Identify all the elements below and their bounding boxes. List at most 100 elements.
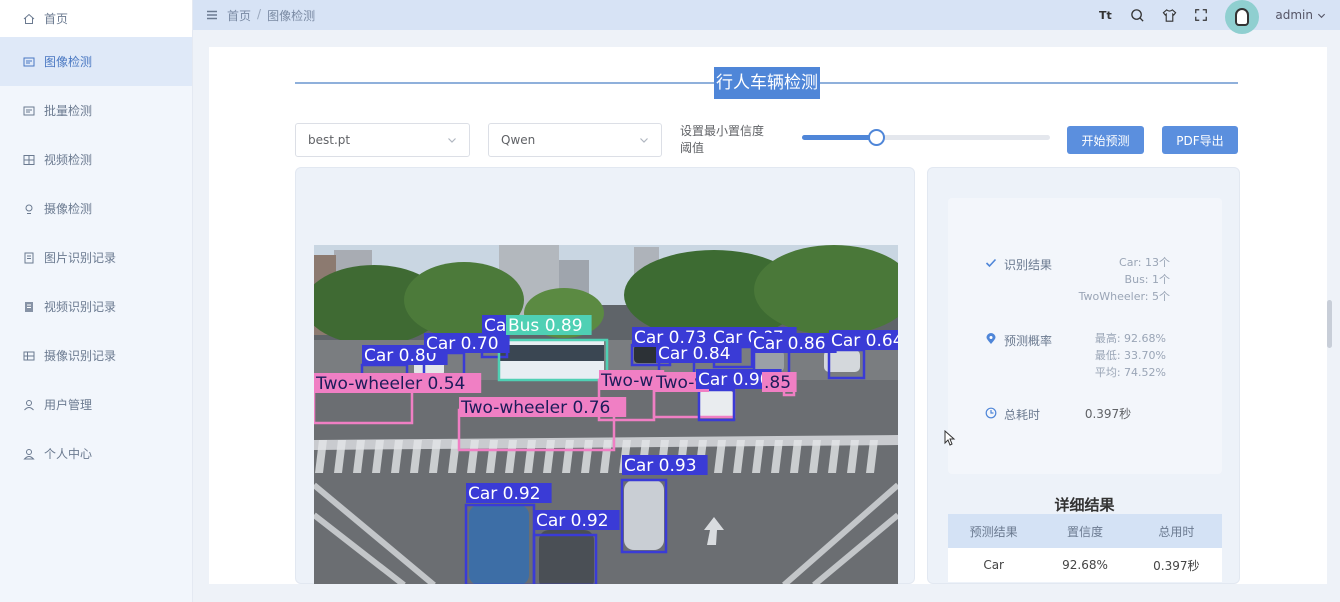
start-predict-button[interactable]: 开始预测 — [1067, 126, 1144, 154]
street-scene: Car 0.80Car 0.70CarBus 0.89Car 0.73Car 0… — [314, 245, 898, 585]
count-twowheeler: TwoWheeler: 5个 — [1078, 290, 1170, 303]
detection-label: Car 0.92 — [536, 511, 609, 531]
batch-icon — [22, 104, 36, 118]
table-cell: 92.68% — [1062, 558, 1108, 572]
prob-max: 最高: 92.68% — [1094, 332, 1166, 345]
sidebar-item-video-detection[interactable]: 视频检测 — [0, 135, 192, 184]
breadcrumb-home[interactable]: 首页 — [227, 7, 251, 24]
bottom-strip — [193, 584, 1340, 602]
sidebar-item-label: 图像检测 — [44, 55, 93, 69]
breadcrumb-separator: / — [257, 6, 262, 21]
detection-label: Car 0.86 — [753, 334, 826, 354]
detail-title: 详细结果 — [1054, 496, 1115, 514]
video-record-icon — [22, 300, 36, 314]
probability-values: 最高: 92.68% 最低: 33.70% 平均: 74.52% — [1048, 330, 1166, 381]
detection-label: Car 0.90 — [698, 370, 771, 390]
chevron-down-icon — [640, 138, 648, 143]
model-select[interactable]: best.pt — [295, 123, 470, 157]
theme-shirt-icon[interactable] — [1161, 7, 1177, 23]
result-card: 识别结果 Car: 13个 Bus: 1个 TwoWheeler: 5个 预测概… — [927, 167, 1240, 584]
table-header: 预测结果 置信度 总用时 — [948, 514, 1222, 548]
detection-label: Two-wheeler 0.76 — [460, 398, 610, 418]
sidebar: 首页 图像检测 批量检测 视频检测 摄像检测 图片识别记录 视频识别记录 摄像识… — [0, 0, 193, 602]
sidebar-item-video-records[interactable]: 视频识别记录 — [0, 282, 192, 331]
pdf-export-button[interactable]: PDF导出 — [1162, 126, 1238, 154]
sidebar-item-image-records[interactable]: 图片识别记录 — [0, 233, 192, 282]
chevron-down-icon — [448, 138, 456, 143]
sidebar-item-label: 摄像检测 — [44, 202, 93, 216]
threshold-label: 设置最小置信度阈值 — [680, 124, 765, 155]
table-row[interactable]: Car 92.68% 0.397秒 — [948, 548, 1222, 582]
detection-label: Car 0.70 — [426, 334, 499, 354]
sidebar-item-user-management[interactable]: 用户管理 — [0, 380, 192, 429]
time-label: 总耗时 — [1004, 408, 1041, 422]
main-panel: 行人车辆检测 best.pt Qwen 设置最小置信度阈值 开始预测 PDF导出 — [209, 47, 1327, 585]
detection-label: Car 0.92 — [468, 484, 541, 504]
time-row: 总耗时 — [984, 406, 1040, 423]
detection-label: Two-wheeler 0.54 — [315, 374, 465, 394]
confidence-slider[interactable] — [802, 129, 1050, 146]
detection-label: Car 0.64 — [831, 331, 898, 351]
slider-handle[interactable] — [868, 129, 886, 146]
record-icon — [22, 251, 36, 265]
username: admin — [1275, 8, 1313, 22]
sidebar-item-label: 个人中心 — [44, 447, 93, 461]
sidebar-item-personal-center[interactable]: 个人中心 — [0, 429, 192, 478]
home-icon — [22, 12, 36, 26]
llm-select[interactable]: Qwen — [488, 123, 662, 157]
sidebar-item-label: 视频检测 — [44, 153, 93, 167]
model-select-value: best.pt — [308, 133, 351, 147]
page-title: 行人车辆检测 — [714, 67, 820, 99]
person-icon — [22, 447, 36, 461]
camera-icon — [22, 202, 36, 216]
mouse-cursor-icon — [944, 430, 956, 446]
sidebar-item-batch-detection[interactable]: 批量检测 — [0, 86, 192, 135]
slider-fill — [802, 135, 877, 140]
probability-label: 预测概率 — [1004, 334, 1053, 348]
avatar[interactable] — [1225, 0, 1260, 34]
detection-image: Car 0.80 Car 0.70 Car Bus 0.89 Car 0.73 Car 0… — [314, 245, 898, 585]
clock-icon — [984, 406, 998, 420]
column-header: 置信度 — [1066, 524, 1103, 539]
sidebar-item-image-detection[interactable]: 图像检测 — [0, 37, 192, 86]
font-size-icon[interactable]: Tt — [1097, 7, 1113, 23]
user-icon — [22, 398, 36, 412]
time-value: 0.397秒 — [1084, 407, 1132, 421]
fullscreen-icon[interactable] — [1193, 7, 1209, 23]
camera-record-icon — [22, 349, 36, 363]
breadcrumb: 首页 / 图像检测 — [227, 7, 315, 24]
prob-min: 最低: 33.70% — [1094, 349, 1166, 362]
table-cell: Car — [983, 558, 1004, 572]
avatar-figure-icon — [1235, 8, 1250, 26]
check-icon — [984, 256, 998, 270]
table-cell: 0.397秒 — [1153, 558, 1200, 573]
image-icon — [22, 55, 36, 69]
detection-label: Bus 0.89 — [508, 316, 583, 336]
recognition-counts: Car: 13个 Bus: 1个 TwoWheeler: 5个 — [1048, 254, 1170, 305]
user-menu[interactable]: admin — [1275, 8, 1326, 22]
location-pin-icon — [984, 332, 998, 346]
probability-row: 预测概率 — [984, 332, 1052, 349]
column-header: 总用时 — [1158, 524, 1195, 539]
detection-label: Car 0.93 — [624, 456, 697, 476]
sidebar-item-home[interactable]: 首页 — [0, 0, 192, 37]
sidebar-item-label: 批量检测 — [44, 104, 93, 118]
search-icon[interactable] — [1129, 7, 1145, 23]
sidebar-item-camera-records[interactable]: 摄像识别记录 — [0, 331, 192, 380]
recognition-result-row: 识别结果 — [984, 256, 1052, 273]
sidebar-item-camera-detection[interactable]: 摄像检测 — [0, 184, 192, 233]
count-bus: Bus: 1个 — [1124, 273, 1170, 286]
sidebar-item-label: 视频识别记录 — [44, 300, 117, 314]
scrollbar[interactable] — [1327, 300, 1332, 348]
result-summary: 识别结果 Car: 13个 Bus: 1个 TwoWheeler: 5个 预测概… — [948, 198, 1222, 474]
sidebar-item-label: 用户管理 — [44, 398, 93, 412]
sidebar-item-label: 图片识别记录 — [44, 251, 117, 265]
video-icon — [22, 153, 36, 167]
llm-select-value: Qwen — [501, 133, 536, 147]
menu-toggle-icon[interactable] — [205, 8, 219, 22]
count-car: Car: 13个 — [1119, 256, 1170, 269]
prob-avg: 平均: 74.52% — [1094, 366, 1166, 379]
chevron-down-icon — [1317, 13, 1326, 18]
sidebar-item-label: 首页 — [44, 12, 69, 26]
recognition-label: 识别结果 — [1004, 258, 1053, 272]
